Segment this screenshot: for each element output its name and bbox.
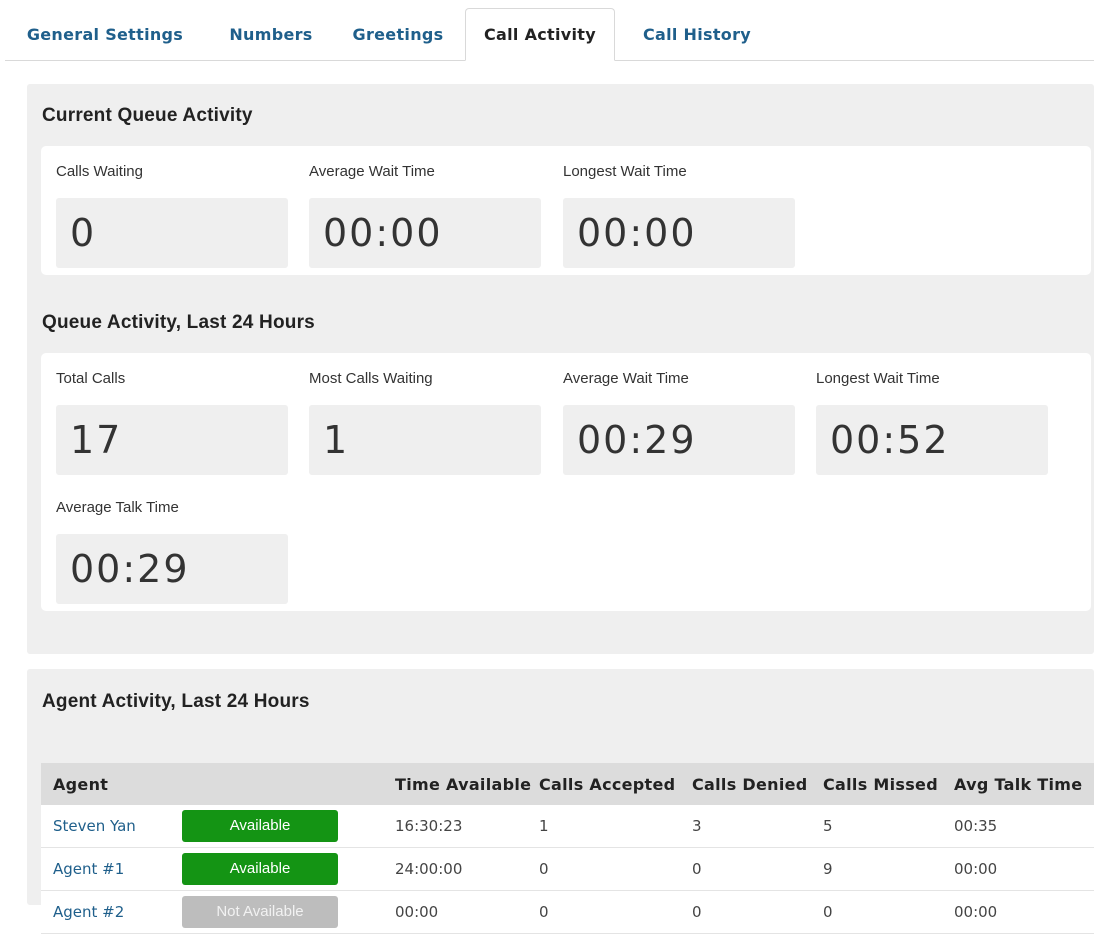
avg-talk-time-cell: 00:00 — [951, 890, 1094, 934]
column-header-agent: Agent — [41, 763, 170, 805]
current-queue-card: Calls Waiting 0 Average Wait Time 00:00 … — [41, 146, 1091, 275]
agent-name-link[interactable]: Agent #1 — [53, 860, 124, 878]
stat-label: Total Calls — [56, 370, 126, 387]
current-queue-title: Current Queue Activity — [42, 105, 253, 126]
tab-call-history[interactable]: Call History — [622, 8, 772, 60]
stat-value: 00:29 — [56, 534, 288, 604]
table-row: Agent #1 Available 24:00:00 0 0 9 00:00 — [41, 847, 1094, 891]
queue-24h-title: Queue Activity, Last 24 Hours — [42, 312, 315, 333]
stat-average-wait-time-24h: Average Wait Time 00:29 — [563, 369, 795, 475]
queue-activity-panel: Current Queue Activity Calls Waiting 0 A… — [27, 84, 1094, 654]
calls-missed-cell: 0 — [820, 890, 951, 934]
calls-missed-cell: 9 — [820, 847, 951, 891]
stat-label: Average Wait Time — [563, 370, 689, 387]
column-header-calls-missed: Calls Missed — [820, 763, 951, 805]
agent-name-link[interactable]: Steven Yan — [53, 817, 136, 835]
stat-longest-wait-time: Longest Wait Time 00:00 — [563, 162, 795, 268]
calls-denied-cell: 0 — [689, 890, 820, 934]
stat-longest-wait-time-24h: Longest Wait Time 00:52 — [816, 369, 1048, 475]
tab-greetings[interactable]: Greetings — [338, 8, 458, 60]
stat-value: 0 — [56, 198, 288, 268]
stat-value: 00:52 — [816, 405, 1048, 475]
stat-total-calls: Total Calls 17 — [56, 369, 288, 475]
calls-missed-cell: 5 — [820, 805, 951, 848]
stat-average-talk-time: Average Talk Time 00:29 — [56, 498, 288, 604]
tab-call-activity[interactable]: Call Activity — [465, 8, 615, 61]
avg-talk-time-cell: 00:35 — [951, 805, 1094, 848]
avg-talk-time-cell: 00:00 — [951, 847, 1094, 891]
stat-average-wait-time: Average Wait Time 00:00 — [309, 162, 541, 268]
tab-bar: General Settings Numbers Greetings Call … — [5, 0, 1094, 61]
calls-denied-cell: 0 — [689, 847, 820, 891]
time-available-cell: 24:00:00 — [383, 847, 536, 891]
stat-label: Most Calls Waiting — [309, 370, 433, 387]
stat-value: 00:00 — [309, 198, 541, 268]
status-badge: Available — [182, 853, 338, 885]
stat-calls-waiting: Calls Waiting 0 — [56, 162, 288, 268]
agent-activity-title: Agent Activity, Last 24 Hours — [42, 691, 310, 712]
calls-accepted-cell: 1 — [536, 805, 689, 848]
calls-accepted-cell: 0 — [536, 890, 689, 934]
table-row: Agent #2 Not Available 00:00 0 0 0 00:00 — [41, 890, 1094, 934]
tab-numbers[interactable]: Numbers — [215, 8, 327, 60]
queue-24h-card: Total Calls 17 Most Calls Waiting 1 Aver… — [41, 353, 1091, 611]
stat-label: Average Wait Time — [309, 163, 435, 180]
column-header-time-available: Time Available — [383, 763, 536, 805]
status-badge: Available — [182, 810, 338, 842]
calls-accepted-cell: 0 — [536, 847, 689, 891]
table-row: Steven Yan Available 16:30:23 1 3 5 00:3… — [41, 805, 1094, 848]
column-header-status — [170, 763, 383, 805]
column-header-calls-denied: Calls Denied — [689, 763, 820, 805]
stat-most-calls-waiting: Most Calls Waiting 1 — [309, 369, 541, 475]
column-header-calls-accepted: Calls Accepted — [536, 763, 689, 805]
stat-label: Average Talk Time — [56, 499, 179, 516]
agent-activity-table: Agent Time Available Calls Accepted Call… — [41, 763, 1094, 934]
stat-value: 00:00 — [563, 198, 795, 268]
agent-activity-panel: Agent Activity, Last 24 Hours Agent Time… — [27, 669, 1094, 934]
time-available-cell: 00:00 — [383, 890, 536, 934]
stat-value: 00:29 — [563, 405, 795, 475]
time-available-cell: 16:30:23 — [383, 805, 536, 848]
stat-label: Longest Wait Time — [563, 163, 687, 180]
stat-label: Longest Wait Time — [816, 370, 940, 387]
stat-value: 17 — [56, 405, 288, 475]
stat-label: Calls Waiting — [56, 163, 143, 180]
tab-general-settings[interactable]: General Settings — [5, 8, 205, 60]
calls-denied-cell: 3 — [689, 805, 820, 848]
agent-name-link[interactable]: Agent #2 — [53, 903, 124, 921]
stat-value: 1 — [309, 405, 541, 475]
table-header-row: Agent Time Available Calls Accepted Call… — [41, 763, 1094, 805]
column-header-avg-talk-time: Avg Talk Time — [951, 763, 1094, 805]
status-badge: Not Available — [182, 896, 338, 928]
